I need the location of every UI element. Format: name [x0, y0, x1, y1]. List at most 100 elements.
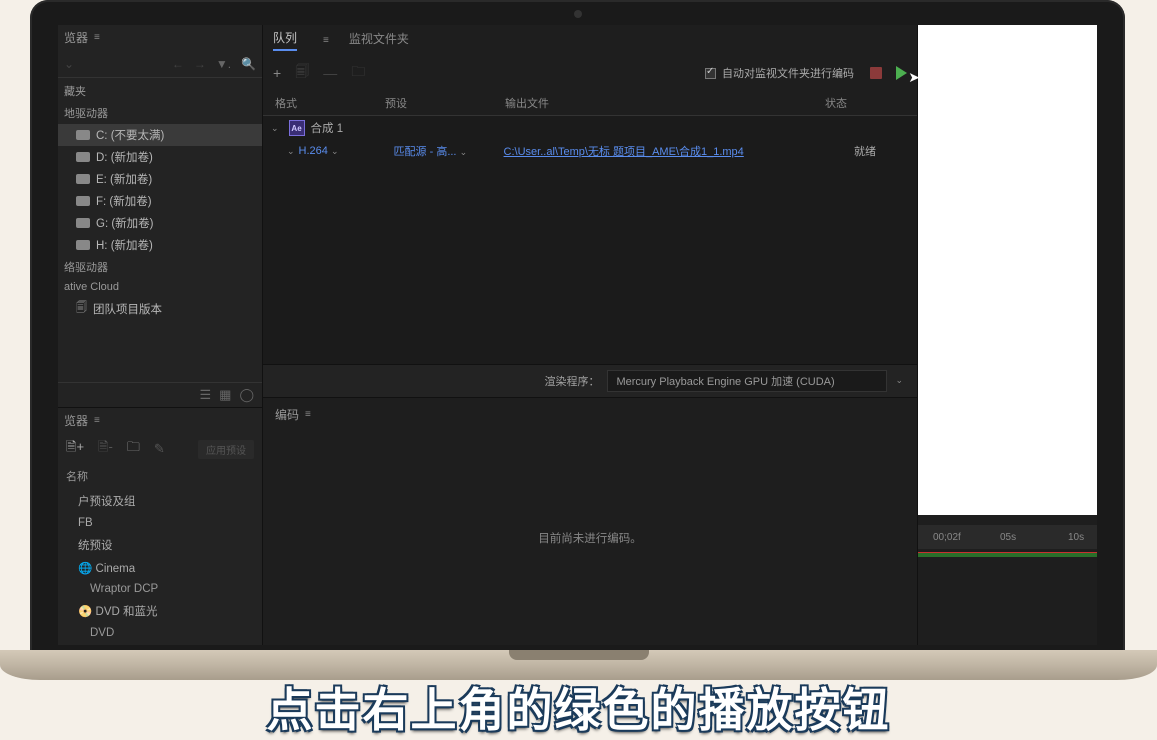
favorites-header[interactable]: 藏夹 [58, 80, 262, 102]
chevron-down-icon[interactable]: ⌄ [287, 146, 295, 157]
preset-browser-panel: 览器 ≡ 🗎+ 🗎- 🗀 ✎ 应用预设 名称 户预设及组 FB 统预设 [58, 407, 262, 645]
encoding-title: 编码 [275, 406, 299, 423]
preset-group[interactable]: 🌐 Cinema [58, 557, 262, 579]
preset-item[interactable]: DVD [58, 623, 262, 643]
tab-watch-folder[interactable]: 监视文件夹 [349, 30, 409, 50]
renderer-label: 渲染程序： [544, 373, 599, 389]
dropdown-icon[interactable]: ⌄ [331, 146, 339, 156]
renderer-select[interactable]: Mercury Playback Engine GPU 加速 (CUDA) [607, 370, 887, 392]
drive-icon [76, 130, 90, 140]
drive-item[interactable]: H: (新加卷) [58, 234, 262, 256]
local-drives-header[interactable]: 地驱动器 [58, 102, 262, 124]
queue-body: ⌄ Ae 合成 1 ⌄ H.264 ⌄ 匹配源 - 高... ⌄ C:\User… [263, 116, 917, 364]
stop-queue-button[interactable] [870, 67, 882, 79]
chevron-down-icon[interactable]: ⌄ [271, 123, 279, 134]
timeline-ruler[interactable]: 00;02f 05s 10s [918, 525, 1097, 549]
panel-menu-icon[interactable]: ≡ [94, 415, 100, 426]
remove-icon[interactable]: — [323, 65, 337, 81]
preset-add-icon[interactable]: 🗎+ [66, 438, 84, 460]
drive-item[interactable]: D: (新加卷) [58, 146, 262, 168]
panel-menu-icon[interactable]: ≡ [305, 409, 311, 420]
preset-title: 览器 [64, 412, 88, 429]
encoding-panel: 编码 ≡ 目前尚未进行编码。 [263, 397, 917, 646]
start-queue-button[interactable] [896, 66, 907, 80]
network-drives-header[interactable]: 络驱动器 [58, 256, 262, 278]
video-subtitle: 点击右上角的绿色的播放按钮 [0, 674, 1157, 740]
preview-area [918, 25, 1097, 515]
team-icon: 🗐 [76, 299, 87, 318]
timeline-tick: 00;02f [933, 532, 961, 543]
encoding-header[interactable]: 编码 ≡ [263, 398, 917, 431]
grid-view-icon[interactable]: ▦ [219, 387, 231, 403]
preset-group[interactable]: FB [58, 513, 262, 533]
preset-folder-icon[interactable]: 🗀 [127, 438, 140, 460]
back-icon[interactable]: ← [172, 57, 184, 71]
ae-badge-icon: Ae [289, 120, 305, 136]
queue-column-headers: 格式 预设 输出文件 状态 [263, 91, 917, 116]
dropdown-icon[interactable]: ⌄ [460, 147, 468, 157]
auto-encode-label: 自动对监视文件夹进行编码 [722, 65, 854, 81]
comp-name: 合成 1 [311, 120, 344, 136]
app-screen: 览器 ≡ ⌄ ← → ▼. 🔍 藏夹 地驱动器 C: (不要太满) D: (新加… [58, 25, 1097, 645]
encoding-idle-message: 目前尚未进行编码。 [538, 530, 642, 546]
laptop-base [0, 650, 1157, 680]
forward-icon[interactable]: → [194, 57, 206, 71]
drive-tree: 藏夹 地驱动器 C: (不要太满) D: (新加卷) E: (新加卷) F: (… [58, 78, 262, 323]
drive-label: H: (新加卷) [96, 237, 153, 253]
queue-tabs: 队列 ≡ 监视文件夹 [263, 25, 917, 55]
auto-encode-checkbox[interactable] [705, 68, 716, 79]
browser-title: 览器 [64, 29, 88, 46]
panel-menu-icon[interactable]: ≡ [94, 32, 100, 43]
filter-icon[interactable]: ▼. [216, 57, 231, 71]
drive-icon [76, 152, 90, 162]
media-encoder-app: 览器 ≡ ⌄ ← → ▼. 🔍 藏夹 地驱动器 C: (不要太满) D: (新加… [58, 25, 1097, 645]
output-file-link[interactable]: C:\User..al\Temp\无标 题项目_AME\合成1_1.mp4 [504, 143, 854, 159]
creative-cloud-header[interactable]: ative Cloud [58, 278, 262, 296]
list-view-icon[interactable]: ☰ [199, 387, 211, 403]
path-dropdown[interactable]: ⌄ [64, 57, 74, 71]
drive-item[interactable]: F: (新加卷) [58, 190, 262, 212]
preset-group[interactable]: 统预设 [58, 533, 262, 557]
preset-group[interactable]: 📀 DVD 和蓝光 [58, 599, 262, 623]
new-folder-icon[interactable]: 🗀 [351, 61, 365, 85]
timeline-area: 00;02f 05s 10s [918, 515, 1097, 645]
apply-preset-button[interactable]: 应用预设 [198, 440, 254, 459]
duplicate-icon[interactable]: 🗐 [295, 61, 309, 85]
header-preset: 预设 [385, 95, 505, 111]
output-preset[interactable]: 匹配源 - 高... ⌄ [394, 143, 504, 159]
browser-panel-header[interactable]: 览器 ≡ [58, 25, 262, 50]
middle-column: 队列 ≡ 监视文件夹 + 🗐 — 🗀 自动对监视文件夹进行编码 ➤ [263, 25, 917, 645]
tab-menu-icon[interactable]: ≡ [323, 35, 329, 46]
renderer-bar: 渲染程序： Mercury Playback Engine GPU 加速 (CU… [263, 364, 917, 397]
drive-item[interactable]: C: (不要太满) [58, 124, 262, 146]
preset-panel-header[interactable]: 览器 ≡ [58, 408, 262, 433]
drive-label: C: (不要太满) [96, 127, 164, 143]
dropdown-icon[interactable]: ⌄ [895, 375, 903, 386]
header-output: 输出文件 [505, 95, 825, 111]
tab-queue[interactable]: 队列 [273, 29, 297, 51]
preset-remove-icon[interactable]: 🗎- [98, 438, 113, 460]
view-mode-toolbar: ☰ ▦ ◯ [58, 382, 262, 407]
drive-icon [76, 174, 90, 184]
queue-comp-row[interactable]: ⌄ Ae 合成 1 [263, 116, 917, 140]
add-source-icon[interactable]: + [273, 65, 281, 81]
drive-icon [76, 196, 90, 206]
drive-icon [76, 218, 90, 228]
header-status: 状态 [825, 95, 905, 111]
drive-label: D: (新加卷) [96, 149, 153, 165]
preset-item[interactable]: Wraptor DCP [58, 579, 262, 599]
timeline-track[interactable] [918, 552, 1097, 557]
laptop-camera [574, 10, 582, 18]
browser-toolbar: ⌄ ← → ▼. 🔍 [58, 50, 262, 78]
zoom-icon[interactable]: ◯ [239, 387, 254, 403]
output-format[interactable]: H.264 ⌄ [299, 145, 394, 157]
queue-output-row[interactable]: ⌄ H.264 ⌄ 匹配源 - 高... ⌄ C:\User..al\Temp\… [263, 140, 917, 162]
laptop-frame: 览器 ≡ ⌄ ← → ▼. 🔍 藏夹 地驱动器 C: (不要太满) D: (新加… [30, 0, 1125, 660]
search-icon[interactable]: 🔍 [241, 57, 256, 71]
drive-item[interactable]: G: (新加卷) [58, 212, 262, 234]
preset-toolbar: 🗎+ 🗎- 🗀 ✎ 应用预设 [58, 433, 262, 465]
team-projects-item[interactable]: 🗐团队项目版本 [58, 296, 262, 321]
preset-edit-icon[interactable]: ✎ [154, 441, 165, 457]
drive-item[interactable]: E: (新加卷) [58, 168, 262, 190]
preset-group[interactable]: 户预设及组 [58, 489, 262, 513]
